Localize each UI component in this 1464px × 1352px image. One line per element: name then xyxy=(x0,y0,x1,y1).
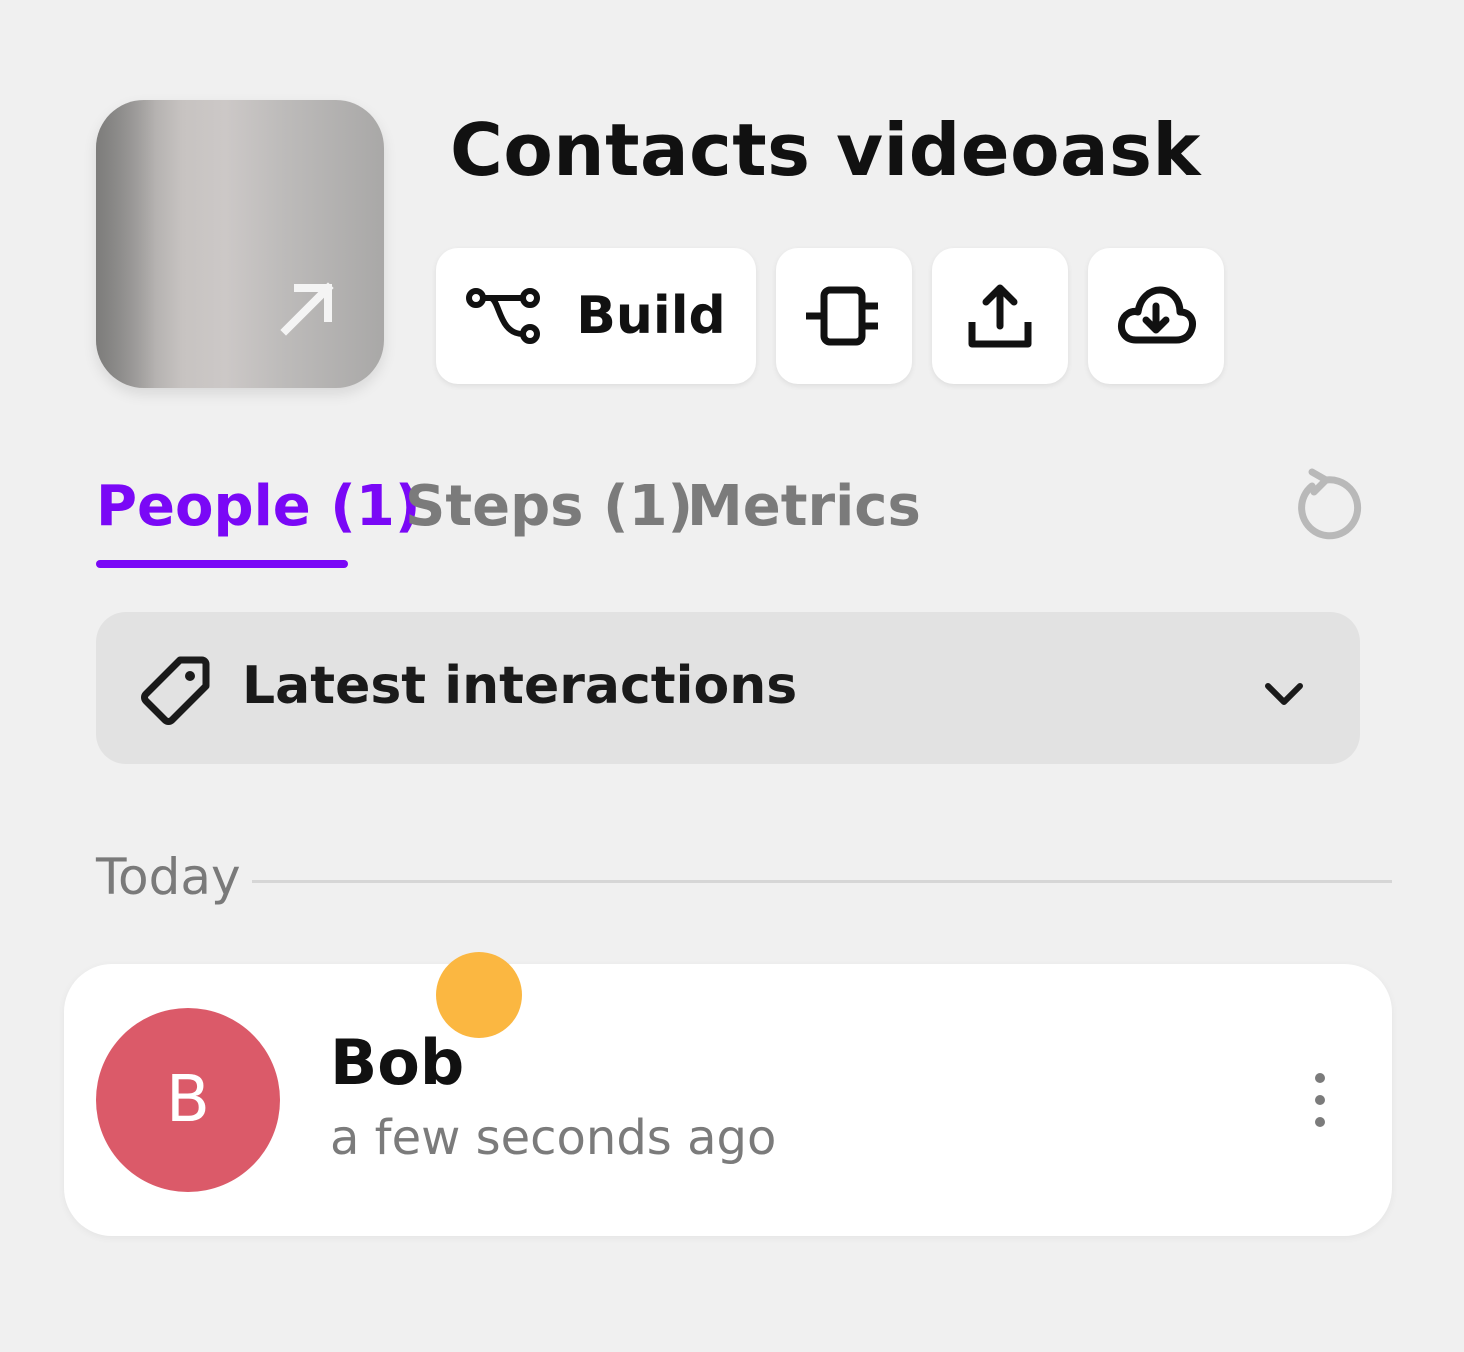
date-separator-label: Today xyxy=(96,848,241,906)
interactions-filter-dropdown[interactable]: Latest interactions xyxy=(96,612,1360,764)
download-button[interactable] xyxy=(1088,248,1224,384)
more-options-icon[interactable] xyxy=(1300,1070,1340,1130)
chevron-down-icon xyxy=(1265,683,1303,705)
build-button[interactable]: Build xyxy=(436,248,756,384)
thumbnail-shade xyxy=(96,100,156,388)
page-title: Contacts videoask xyxy=(450,108,1201,192)
avatar-initial: B xyxy=(166,1063,210,1137)
integrations-button[interactable] xyxy=(776,248,912,384)
share-icon xyxy=(968,284,1032,348)
active-tab-indicator xyxy=(96,560,348,568)
tab-people[interactable]: People (1) xyxy=(96,474,420,539)
date-separator-line xyxy=(252,880,1392,883)
share-button[interactable] xyxy=(932,248,1068,384)
flow-icon xyxy=(466,288,541,344)
tab-metrics[interactable]: Metrics xyxy=(687,474,921,539)
contact-name: Bob xyxy=(330,1026,465,1099)
plug-icon xyxy=(806,286,878,346)
build-button-label: Build xyxy=(576,286,726,346)
tab-steps[interactable]: Steps (1) xyxy=(405,474,693,539)
contact-timestamp: a few seconds ago xyxy=(330,1110,777,1166)
refresh-icon[interactable] xyxy=(1286,466,1366,546)
contacts-panel: Contacts videoask Build People (1) Steps… xyxy=(0,0,1464,1352)
avatar: B xyxy=(96,1008,280,1192)
videoask-thumbnail[interactable] xyxy=(96,100,384,388)
expand-arrow-icon xyxy=(280,282,334,336)
cloud-download-icon xyxy=(1118,286,1196,344)
contact-card[interactable]: B Bob a few seconds ago xyxy=(64,952,1392,1236)
tag-icon xyxy=(141,656,210,725)
filter-label: Latest interactions xyxy=(242,656,798,716)
